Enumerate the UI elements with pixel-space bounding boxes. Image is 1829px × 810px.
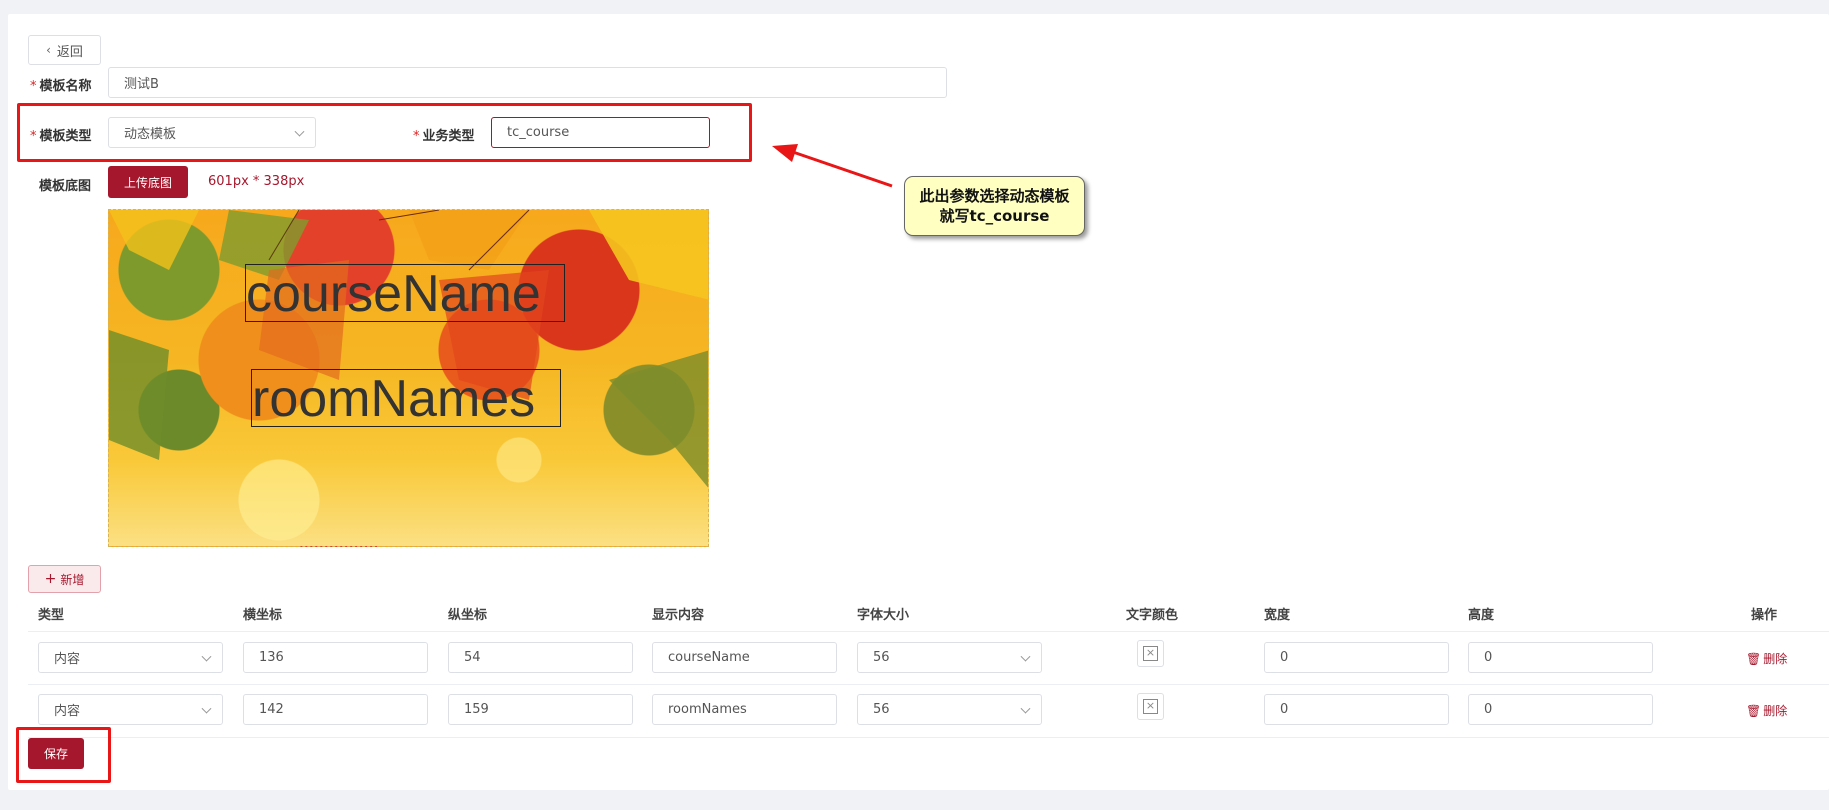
chevron-down-icon <box>201 703 212 714</box>
bg-label: 模板底图 <box>39 179 92 194</box>
size-hint: 601px * 338px <box>208 174 305 189</box>
row2-color-picker[interactable]: × <box>1137 693 1164 720</box>
annotation-arrow <box>772 144 893 188</box>
row1-type-value: 内容 <box>54 652 81 667</box>
row2-delete-button[interactable]: 🗑 删除 <box>1746 702 1787 719</box>
row1-delete-label: 删除 <box>1763 652 1788 666</box>
name-label: 模板名称 <box>39 79 92 94</box>
row1-width-value: 0 <box>1280 650 1289 665</box>
row2-type-select[interactable]: 内容 <box>38 694 223 725</box>
row2-y-value: 159 <box>464 702 489 717</box>
row2-content-value: roomNames <box>668 702 747 717</box>
th-text-color: 文字颜色 <box>1126 608 1179 623</box>
overlay-room-names[interactable]: roomNames <box>251 369 561 427</box>
row1-height-value: 0 <box>1484 650 1493 665</box>
chevron-down-icon <box>1020 651 1031 662</box>
trash-icon: 🗑 <box>1746 703 1762 718</box>
row1-type-select[interactable]: 内容 <box>38 642 223 673</box>
template-preview: courseName roomNames <box>108 209 709 547</box>
row1-height-input[interactable]: 0 <box>1468 642 1653 673</box>
add-row-button[interactable]: + 新增 <box>28 565 101 593</box>
annotation-highlight-save <box>16 727 111 783</box>
chevron-down-icon <box>201 651 212 662</box>
chevron-left-icon: ‹ <box>46 43 51 57</box>
empty-color-icon: × <box>1143 699 1158 714</box>
th-height: 高度 <box>1468 608 1495 623</box>
row1-color-picker[interactable]: × <box>1137 640 1164 667</box>
row1-font-size-value: 56 <box>873 650 890 665</box>
row2-x-value: 142 <box>259 702 284 717</box>
row2-font-size-value: 56 <box>873 702 890 717</box>
th-actions: 操作 <box>1751 608 1778 623</box>
row2-type-value: 内容 <box>54 704 81 719</box>
row1-delete-button[interactable]: 🗑 删除 <box>1746 650 1787 667</box>
row1-width-input[interactable]: 0 <box>1264 642 1449 673</box>
row-divider <box>28 737 1829 738</box>
row2-x-input[interactable]: 142 <box>243 694 428 725</box>
th-type: 类型 <box>38 608 65 623</box>
row1-font-size-select[interactable]: 56 <box>857 642 1042 673</box>
row1-y-input[interactable]: 54 <box>448 642 633 673</box>
back-button[interactable]: ‹ 返回 <box>28 35 101 65</box>
th-x: 横坐标 <box>243 608 283 623</box>
row2-font-size-select[interactable]: 56 <box>857 694 1042 725</box>
row2-width-input[interactable]: 0 <box>1264 694 1449 725</box>
row1-content-value: courseName <box>668 650 750 665</box>
row1-y-value: 54 <box>464 650 481 665</box>
name-input-value: 测试B <box>124 77 159 92</box>
th-width: 宽度 <box>1264 608 1291 623</box>
name-input[interactable]: 测试B <box>108 67 947 98</box>
empty-color-icon: × <box>1143 646 1158 661</box>
row1-content-input[interactable]: courseName <box>652 642 837 673</box>
row2-width-value: 0 <box>1280 702 1289 717</box>
row2-height-input[interactable]: 0 <box>1468 694 1653 725</box>
row1-x-input[interactable]: 136 <box>243 642 428 673</box>
th-font-size: 字体大小 <box>857 608 910 623</box>
row2-content-input[interactable]: roomNames <box>652 694 837 725</box>
row2-y-input[interactable]: 159 <box>448 694 633 725</box>
row1-x-value: 136 <box>259 650 284 665</box>
th-y: 纵坐标 <box>448 608 488 623</box>
chevron-down-icon <box>1020 703 1031 714</box>
name-label-wrap: * 模板名称 <box>30 75 92 94</box>
row2-delete-label: 删除 <box>1763 704 1788 718</box>
annotation-callout: 此出参数选择动态模板就写tc_course <box>904 176 1085 236</box>
upload-bg-button[interactable]: 上传底图 <box>108 166 188 198</box>
table-divider <box>28 631 1829 632</box>
row-divider <box>28 684 1829 685</box>
th-content: 显示内容 <box>652 608 705 623</box>
back-button-label: 返回 <box>56 44 83 60</box>
overlay-course-name[interactable]: courseName <box>245 264 565 322</box>
required-mark: * <box>30 79 37 94</box>
trash-icon: 🗑 <box>1746 651 1762 666</box>
add-row-label: 新增 <box>60 572 85 587</box>
annotation-highlight-type-row <box>17 103 752 162</box>
row2-height-value: 0 <box>1484 702 1493 717</box>
plus-icon: + <box>44 571 57 587</box>
